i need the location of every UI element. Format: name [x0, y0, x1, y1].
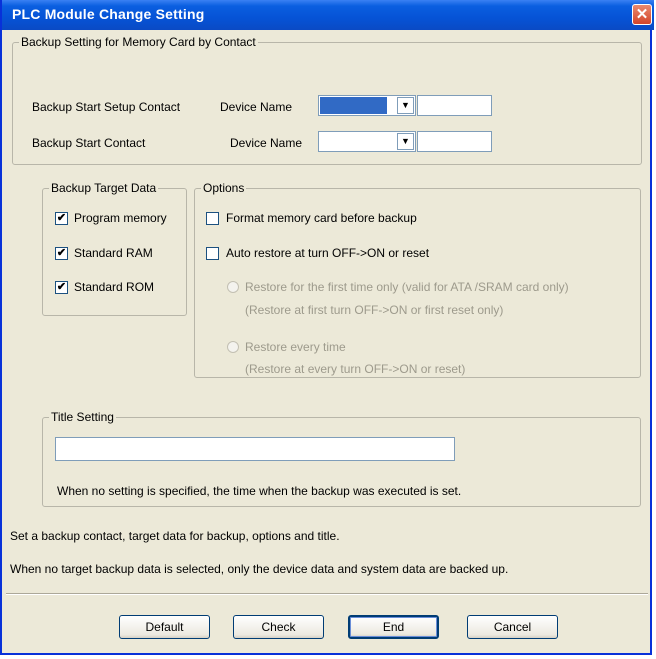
- setup-device-value: [320, 97, 387, 114]
- title-setting-legend: Title Setting: [49, 410, 116, 424]
- chevron-down-icon[interactable]: ▼: [397, 97, 414, 114]
- restore-every-label: Restore every time: [245, 340, 346, 354]
- restore-every-sub: (Restore at every turn OFF->ON or reset): [245, 362, 466, 376]
- restore-first-label: Restore for the first time only (valid f…: [245, 280, 569, 294]
- restore-every-radio[interactable]: [227, 341, 239, 353]
- title-bar[interactable]: PLC Module Change Setting ✕: [2, 0, 654, 30]
- default-button[interactable]: Default: [119, 615, 210, 639]
- format-card-checkbox[interactable]: [206, 212, 219, 225]
- start-device-combo[interactable]: ▼: [318, 131, 416, 152]
- standard-ram-label: Standard RAM: [74, 246, 153, 260]
- standard-rom-label: Standard ROM: [74, 280, 155, 294]
- dialog-window: PLC Module Change Setting ✕ Backup Setti…: [0, 0, 654, 655]
- setup-device-number-input[interactable]: [417, 95, 492, 116]
- setup-device-combo[interactable]: ▼: [318, 95, 416, 116]
- close-icon[interactable]: ✕: [632, 4, 652, 25]
- format-card-label: Format memory card before backup: [226, 211, 417, 225]
- standard-ram-checkbox[interactable]: ✔: [55, 247, 68, 260]
- target-data-legend: Backup Target Data: [49, 181, 159, 195]
- window-title: PLC Module Change Setting: [12, 6, 205, 22]
- info-line-2: When no target backup data is selected, …: [10, 562, 509, 576]
- restore-first-radio[interactable]: [227, 281, 239, 293]
- start-contact-label: Backup Start Contact: [32, 136, 146, 150]
- info-line-1: Set a backup contact, target data for ba…: [10, 529, 340, 543]
- cancel-button[interactable]: Cancel: [467, 615, 558, 639]
- auto-restore-checkbox[interactable]: [206, 247, 219, 260]
- restore-first-sub: (Restore at first turn OFF->ON or first …: [245, 303, 504, 317]
- check-button[interactable]: Check: [233, 615, 324, 639]
- setup-contact-label: Backup Start Setup Contact: [32, 100, 181, 114]
- divider: [6, 593, 648, 595]
- auto-restore-label: Auto restore at turn OFF->ON or reset: [226, 246, 430, 260]
- start-device-value: [320, 133, 387, 150]
- backup-setting-legend: Backup Setting for Memory Card by Contac…: [19, 35, 258, 49]
- device-name-label-start: Device Name: [230, 136, 303, 150]
- chevron-down-icon[interactable]: ▼: [397, 133, 414, 150]
- program-memory-checkbox[interactable]: ✔: [55, 212, 68, 225]
- title-input[interactable]: [55, 437, 455, 461]
- program-memory-label: Program memory: [74, 211, 167, 225]
- device-name-label-setup: Device Name: [220, 100, 293, 114]
- options-legend: Options: [201, 181, 247, 195]
- standard-rom-checkbox[interactable]: ✔: [55, 281, 68, 294]
- start-device-number-input[interactable]: [417, 131, 492, 152]
- title-setting-note: When no setting is specified, the time w…: [57, 484, 462, 498]
- end-button[interactable]: End: [348, 615, 439, 639]
